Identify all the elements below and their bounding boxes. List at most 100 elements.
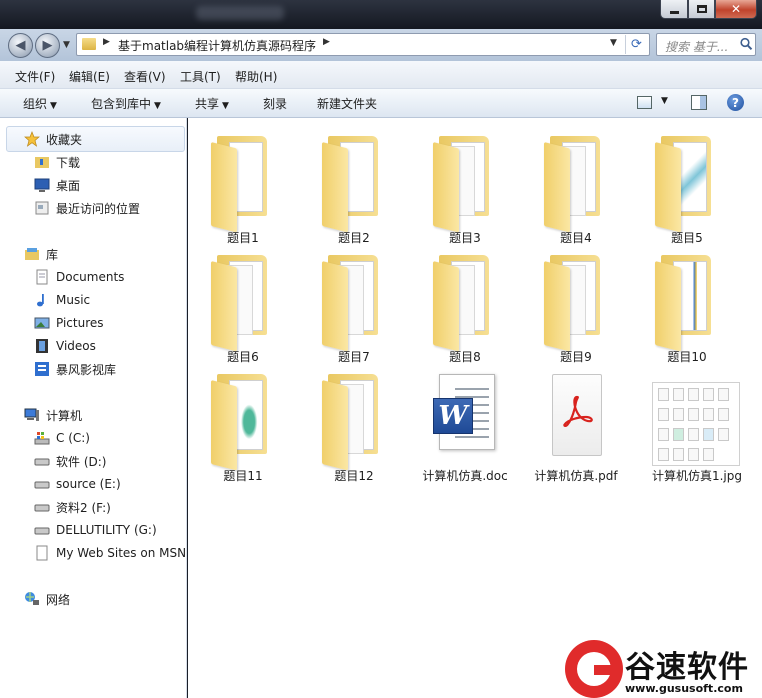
search-box[interactable]: 搜索 基于... xyxy=(656,33,756,56)
preview-pane-icon[interactable] xyxy=(691,95,707,110)
nav-libraries[interactable]: 库 xyxy=(24,244,58,264)
file-item[interactable]: 计算机仿真1.jpg xyxy=(642,364,752,483)
file-item[interactable]: 题目11 xyxy=(188,364,298,483)
address-bar[interactable]: ▶ 基于matlab编程计算机仿真源码程序 ▶ ▼ ⟳ xyxy=(76,33,650,56)
menu-edit[interactable]: 编辑(E) xyxy=(69,68,110,85)
address-dropdown-icon[interactable]: ▼ xyxy=(610,38,617,48)
file-item[interactable]: 题目9 xyxy=(521,245,631,364)
watermark-url: www.gususoft.com xyxy=(625,682,743,695)
file-item[interactable]: 题目2 xyxy=(299,126,409,245)
nav-item-label: 下载 xyxy=(56,155,81,170)
folder-icon xyxy=(211,132,273,233)
include-in-library-label: 包含到库中 xyxy=(91,97,152,111)
folder-icon xyxy=(544,132,606,233)
nav-item-videos[interactable]: Videos xyxy=(34,336,96,356)
file-item[interactable]: 题目6 xyxy=(188,245,298,364)
nav-item-drive-f[interactable]: 资料2 (F:) xyxy=(34,497,111,517)
folder-icon xyxy=(433,132,495,233)
minimize-button[interactable] xyxy=(660,0,688,19)
nav-network[interactable]: 网络 xyxy=(24,589,70,609)
close-button[interactable]: ✕ xyxy=(715,0,757,19)
include-in-library-button[interactable]: 包含到库中 ▼ xyxy=(91,95,161,112)
refresh-icon[interactable]: ⟳ xyxy=(625,35,647,54)
share-label: 共享 xyxy=(195,97,220,111)
desktop-icon xyxy=(34,177,50,193)
help-icon[interactable]: ? xyxy=(727,94,744,111)
file-item[interactable]: W 计算机仿真.doc xyxy=(410,364,520,483)
file-item[interactable]: 题目7 xyxy=(299,245,409,364)
nav-item-label: My Web Sites on MSN xyxy=(56,546,187,560)
nav-computer[interactable]: 计算机 xyxy=(24,405,82,425)
breadcrumb-chevron-icon[interactable]: ▶ xyxy=(323,37,330,47)
file-list: 题目1 题目2 题目3 题目4 题目5 题目6 题目7 题目8 题目9 题目10… xyxy=(188,118,762,698)
search-icon[interactable] xyxy=(739,37,753,51)
nav-item-documents[interactable]: Documents xyxy=(34,267,124,287)
breadcrumb-current-folder[interactable]: 基于matlab编程计算机仿真源码程序 xyxy=(118,37,316,54)
file-item[interactable]: 计算机仿真.pdf xyxy=(521,364,631,483)
nav-item-recent-places[interactable]: 最近访问的位置 xyxy=(34,198,140,218)
nav-item-downloads[interactable]: 下载 xyxy=(34,152,80,172)
hard-drive-icon xyxy=(34,499,50,515)
back-button[interactable]: ◀ xyxy=(8,33,33,58)
folder-icon xyxy=(655,132,717,233)
nav-item-label: Music xyxy=(56,293,91,307)
nav-item-drive-g[interactable]: DELLUTILITY (G:) xyxy=(34,520,157,540)
file-item[interactable]: 题目5 xyxy=(632,126,742,245)
file-item[interactable]: 题目12 xyxy=(299,364,409,483)
menu-view[interactable]: 查看(V) xyxy=(124,68,166,85)
folder-icon xyxy=(211,251,273,352)
file-item[interactable]: 题目4 xyxy=(521,126,631,245)
folder-icon xyxy=(655,251,717,352)
watermark-logo: 谷速软件 www.gususoft.com xyxy=(565,640,762,698)
window-controls: ✕ xyxy=(660,0,757,19)
file-name: 计算机仿真1.jpg xyxy=(651,469,743,483)
nav-item-pictures[interactable]: Pictures xyxy=(34,313,104,333)
videos-icon xyxy=(34,338,50,354)
star-icon xyxy=(24,131,40,147)
nav-item-label: 软件 (D:) xyxy=(56,454,107,469)
view-dropdown-icon[interactable]: ▼ xyxy=(661,96,668,106)
nav-item-desktop[interactable]: 桌面 xyxy=(34,175,80,195)
breadcrumb-chevron-icon[interactable]: ▶ xyxy=(103,37,110,47)
nav-item-my-web-sites[interactable]: My Web Sites on MSN xyxy=(34,543,186,563)
command-bar: 组织 ▼ 包含到库中 ▼ 共享 ▼ 刻录 新建文件夹 ▼ ? xyxy=(0,89,762,118)
nav-item-drive-d[interactable]: 软件 (D:) xyxy=(34,451,106,471)
word-document-icon: W xyxy=(433,370,495,462)
file-name: 计算机仿真.pdf xyxy=(534,469,618,483)
file-item[interactable]: 题目8 xyxy=(410,245,520,364)
nav-item-label: source (E:) xyxy=(56,477,121,491)
nav-item-drive-e[interactable]: source (E:) xyxy=(34,474,121,494)
brand-logo-icon xyxy=(565,640,623,698)
menu-help[interactable]: 帮助(H) xyxy=(235,68,277,85)
file-item[interactable]: 题目1 xyxy=(188,126,298,245)
new-folder-button[interactable]: 新建文件夹 xyxy=(317,95,377,112)
file-name: 题目10 xyxy=(667,350,707,364)
documents-icon xyxy=(34,269,50,285)
nav-item-label: C (C:) xyxy=(56,431,90,445)
nav-item-baofeng-library[interactable]: 暴风影视库 xyxy=(34,359,116,379)
menu-tools[interactable]: 工具(T) xyxy=(180,68,221,85)
nav-item-music[interactable]: Music xyxy=(34,290,90,310)
nav-favorites[interactable]: 收藏夹 xyxy=(24,129,82,149)
forward-button[interactable]: ▶ xyxy=(35,33,60,58)
share-button[interactable]: 共享 ▼ xyxy=(195,95,229,112)
hard-drive-icon xyxy=(34,522,50,538)
history-dropdown-icon[interactable]: ▼ xyxy=(63,40,70,50)
downloads-folder-icon xyxy=(34,154,50,170)
nav-item-drive-c[interactable]: C (C:) xyxy=(34,428,90,448)
file-name: 题目5 xyxy=(671,231,703,245)
address-row: ◀ ▶ ▼ ▶ 基于matlab编程计算机仿真源码程序 ▶ ▼ ⟳ 搜索 基于.… xyxy=(0,29,762,61)
file-item[interactable]: 题目10 xyxy=(632,245,742,364)
navigation-pane: 收藏夹 下载 桌面 最近访问的位置 库 Documents Music Pict… xyxy=(0,118,187,698)
nav-item-label: 桌面 xyxy=(56,178,81,193)
menu-bar: 文件(F) 编辑(E) 查看(V) 工具(T) 帮助(H) xyxy=(0,61,762,89)
burn-button[interactable]: 刻录 xyxy=(263,95,287,112)
system-drive-icon xyxy=(34,430,50,446)
organize-button[interactable]: 组织 ▼ xyxy=(23,95,57,112)
maximize-button[interactable] xyxy=(688,0,715,19)
nav-item-label: DELLUTILITY (G:) xyxy=(56,523,157,537)
folder-icon xyxy=(322,251,384,352)
menu-file[interactable]: 文件(F) xyxy=(15,68,55,85)
file-item[interactable]: 题目3 xyxy=(410,126,520,245)
change-view-icon[interactable] xyxy=(637,96,652,109)
